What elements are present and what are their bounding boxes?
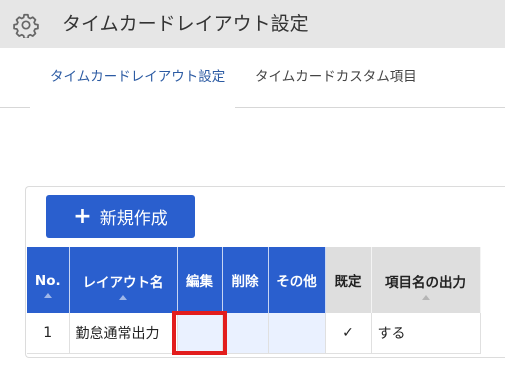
new-create-button[interactable]: + 新規作成 xyxy=(46,195,195,238)
table-header-row: No. レイアウト名 編集 削除 その他 既定 項目名の出力 xyxy=(27,247,481,313)
sort-arrow-icon xyxy=(119,294,127,300)
cell-other[interactable] xyxy=(268,313,326,354)
sort-arrow-icon xyxy=(43,292,52,298)
column-header-edit: 編集 xyxy=(177,247,223,313)
page-title: タイムカードレイアウト設定 xyxy=(62,13,309,35)
active-tab-indicator xyxy=(30,105,235,108)
gear-icon[interactable] xyxy=(13,12,39,38)
table-row: 1 勤怠通常出力 ✓ する xyxy=(27,313,481,354)
column-header-delete: 削除 xyxy=(222,247,269,313)
tab-custom-items[interactable]: タイムカードカスタム項目 xyxy=(255,68,417,86)
cell-delete[interactable] xyxy=(222,313,269,354)
column-header-layout-name[interactable]: レイアウト名 xyxy=(69,247,178,313)
cell-edit[interactable] xyxy=(177,313,223,354)
cell-output: する xyxy=(371,313,481,354)
sort-arrow-icon xyxy=(421,294,430,300)
tab-layout-settings[interactable]: タイムカードレイアウト設定 xyxy=(50,68,225,86)
new-create-label: 新規作成 xyxy=(99,209,168,229)
column-header-output[interactable]: 項目名の出力 xyxy=(371,247,481,313)
cell-default-check: ✓ xyxy=(325,313,372,354)
plus-icon: + xyxy=(73,203,92,229)
cell-no: 1 xyxy=(27,313,70,354)
column-header-no[interactable]: No. xyxy=(27,247,70,313)
column-header-other: その他 xyxy=(268,247,326,313)
page-header: タイムカードレイアウト設定 xyxy=(0,0,505,48)
column-header-default: 既定 xyxy=(325,247,372,313)
cell-layout-name: 勤怠通常出力 xyxy=(69,313,178,354)
layout-table: No. レイアウト名 編集 削除 その他 既定 項目名の出力 1 勤怠通常出力 … xyxy=(27,247,481,354)
tab-bar: タイムカードレイアウト設定 タイムカードカスタム項目 xyxy=(0,48,505,108)
